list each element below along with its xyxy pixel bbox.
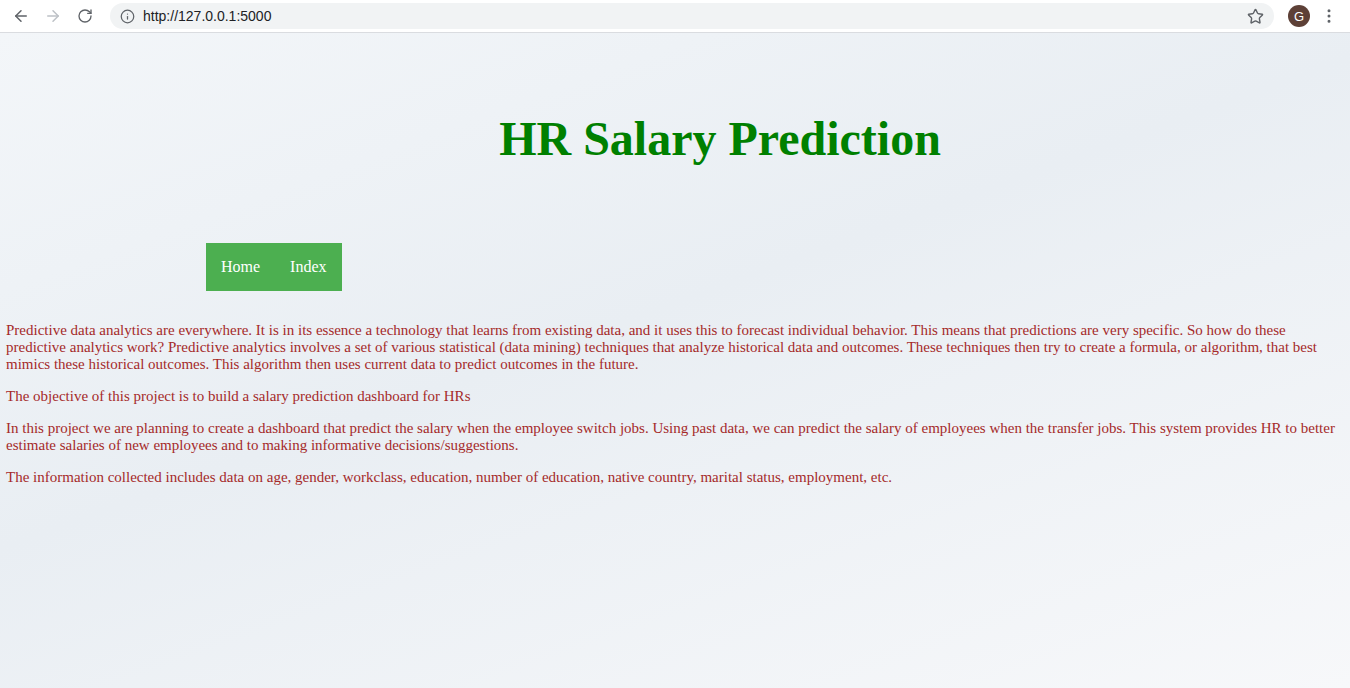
url-text: http://127.0.0.1:5000: [143, 8, 271, 24]
paragraph: The objective of this project is to buil…: [6, 388, 1344, 405]
nav-link[interactable]: Index: [275, 243, 341, 291]
paragraph: The information collected includes data …: [6, 469, 1344, 486]
back-button[interactable]: [8, 3, 34, 29]
menu-button[interactable]: [1316, 3, 1342, 29]
description: Predictive data analytics are everywhere…: [6, 322, 1344, 486]
reload-button[interactable]: [72, 3, 98, 29]
nav-link[interactable]: Home: [206, 243, 275, 291]
info-icon: [120, 9, 135, 24]
reload-icon: [77, 8, 93, 24]
paragraph: In this project we are planning to creat…: [6, 420, 1344, 454]
address-bar[interactable]: http://127.0.0.1:5000: [110, 3, 1274, 29]
arrow-left-icon: [12, 7, 30, 25]
forward-button[interactable]: [40, 3, 66, 29]
nav-bar: HomeIndex: [206, 243, 342, 291]
paragraph: Predictive data analytics are everywhere…: [6, 322, 1344, 373]
page-content: HR Salary Prediction HomeIndex Predictive …: [0, 33, 1350, 688]
page-title: HR Salary Prediction: [6, 33, 1344, 166]
more-vertical-icon: [1320, 7, 1338, 25]
bookmark-star-icon[interactable]: [1247, 8, 1264, 25]
arrow-right-icon: [44, 7, 62, 25]
profile-avatar[interactable]: G: [1288, 5, 1310, 27]
browser-toolbar: http://127.0.0.1:5000 G: [0, 0, 1350, 33]
browser-window: http://127.0.0.1:5000 G HR Salary Predicti…: [0, 0, 1350, 688]
